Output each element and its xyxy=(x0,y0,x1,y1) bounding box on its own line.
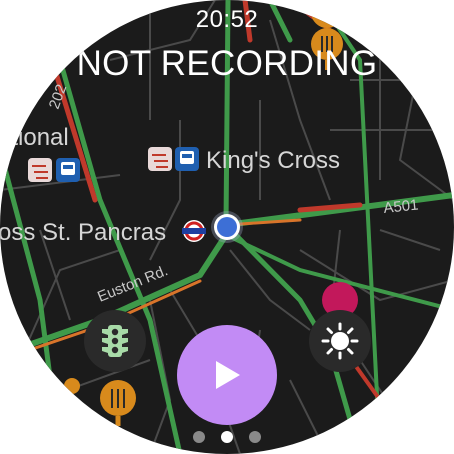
watch-face: ational King's Cross oss St. Pancras Eus… xyxy=(0,0,454,454)
location-dot-icon xyxy=(211,211,243,243)
underground-icon xyxy=(182,220,206,242)
page-dot[interactable] xyxy=(193,431,205,443)
restaurant-icon xyxy=(100,380,136,426)
brightness-button[interactable] xyxy=(309,310,371,372)
rail-icon xyxy=(28,158,52,182)
page-indicator xyxy=(0,431,454,443)
traffic-light-icon xyxy=(102,325,128,357)
brightness-icon xyxy=(321,322,359,360)
map-label-kings-cross: King's Cross xyxy=(206,147,340,174)
train-icon xyxy=(175,147,199,171)
page-dot[interactable] xyxy=(249,431,261,443)
poi-orange-small-icon xyxy=(64,378,80,394)
map-label-national: ational xyxy=(0,124,69,151)
clock-time: 20:52 xyxy=(195,6,259,33)
start-recording-button[interactable] xyxy=(177,325,277,425)
traffic-toggle-button[interactable] xyxy=(84,310,146,372)
road-label-a501: A501 xyxy=(383,196,420,217)
recording-status: NOT RECORDING xyxy=(76,44,378,83)
rail-icon xyxy=(148,147,172,171)
map-label-st-pancras: oss St. Pancras xyxy=(0,219,166,246)
train-icon xyxy=(56,158,80,182)
page-dot-active[interactable] xyxy=(221,431,233,443)
play-icon xyxy=(216,361,240,389)
